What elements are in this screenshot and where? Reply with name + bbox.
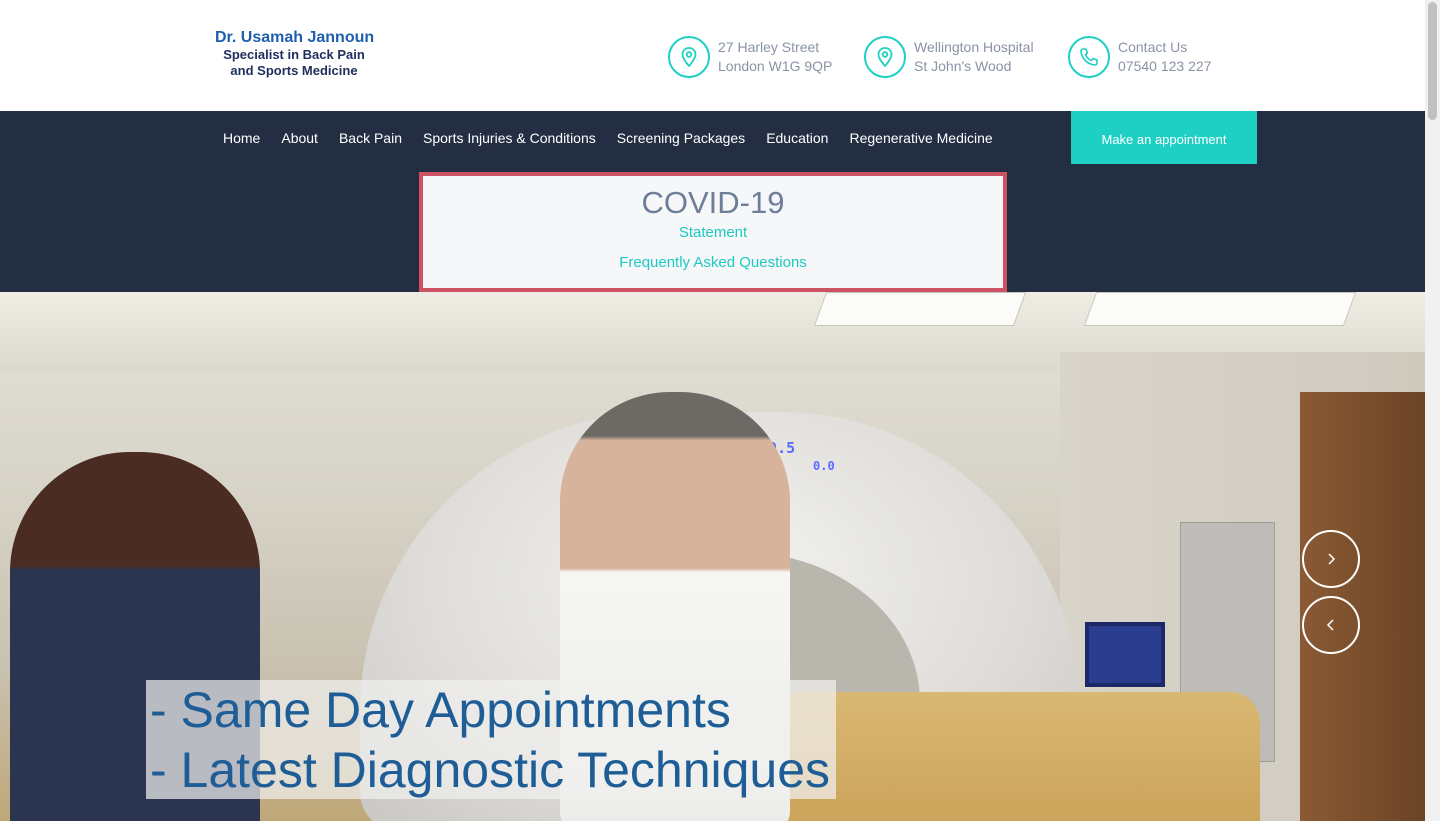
logo-tagline-1: Specialist in Back Pain (223, 47, 365, 62)
contact-label: Contact Us (1118, 39, 1188, 55)
address-line-1: 27 Harley Street (718, 39, 820, 55)
scanner-display-secondary: 0.0 (813, 459, 835, 473)
slider-next-button[interactable] (1302, 530, 1360, 588)
covid-statement-link[interactable]: Statement (423, 223, 1003, 243)
caption-line-1: - Same Day Appointments (150, 682, 731, 738)
site-header: Dr. Usamah Jannoun Specialist in Back Pa… (0, 0, 1425, 111)
nav-item-regenerative-medicine[interactable]: Regenerative Medicine (849, 128, 992, 148)
nav-item-education[interactable]: Education (766, 128, 828, 148)
nav-item-screening-packages[interactable]: Screening Packages (617, 128, 745, 148)
patient-monitor (1085, 622, 1165, 687)
wellington-address: Wellington Hospital St John's Wood (864, 36, 1034, 78)
hero-slider: 169.5 0.0 - Same Day Appointments - Late… (0, 292, 1425, 821)
address-line-1: Wellington Hospital (914, 39, 1034, 55)
nav-menu: Home About Back Pain Sports Injuries & C… (223, 128, 1014, 148)
nav-item-home[interactable]: Home (223, 128, 260, 148)
scrollbar-thumb[interactable] (1428, 2, 1437, 120)
location-pin-icon (864, 36, 906, 78)
chevron-left-icon (1326, 619, 1334, 631)
site-logo[interactable]: Dr. Usamah Jannoun Specialist in Back Pa… (215, 28, 380, 79)
harley-street-address: 27 Harley Street London W1G 9QP (668, 36, 832, 78)
ceiling-light (813, 292, 1027, 326)
make-appointment-button[interactable]: Make an appointment (1071, 111, 1257, 164)
covid-notice: COVID-19 Statement Frequently Asked Ques… (419, 172, 1007, 292)
slider-prev-button[interactable] (1302, 596, 1360, 654)
nav-item-back-pain[interactable]: Back Pain (339, 128, 402, 148)
phone-icon (1068, 36, 1110, 78)
nav-item-about[interactable]: About (281, 128, 318, 148)
page-scrollbar[interactable] (1425, 0, 1440, 821)
contact-info[interactable]: Contact Us 07540 123 227 (1068, 36, 1211, 78)
logo-tagline-2: and Sports Medicine (230, 63, 358, 78)
covid-title: COVID-19 (641, 185, 785, 220)
address-line-2: London W1G 9QP (718, 58, 833, 74)
ceiling-light (1083, 292, 1357, 326)
caption-line-2: - Latest Diagnostic Techniques (150, 742, 831, 798)
hero-caption: - Same Day Appointments - Latest Diagnos… (146, 680, 836, 799)
covid-faq-link[interactable]: Frequently Asked Questions (423, 253, 1003, 273)
logo-name: Dr. Usamah Jannoun (215, 29, 375, 46)
address-line-2: St John's Wood (914, 58, 1012, 74)
nav-item-sports-injuries[interactable]: Sports Injuries & Conditions (423, 128, 596, 148)
location-pin-icon (668, 36, 710, 78)
phone-number[interactable]: 07540 123 227 (1118, 57, 1211, 76)
main-navigation: Home About Back Pain Sports Injuries & C… (0, 111, 1425, 292)
chevron-right-icon (1328, 553, 1336, 565)
